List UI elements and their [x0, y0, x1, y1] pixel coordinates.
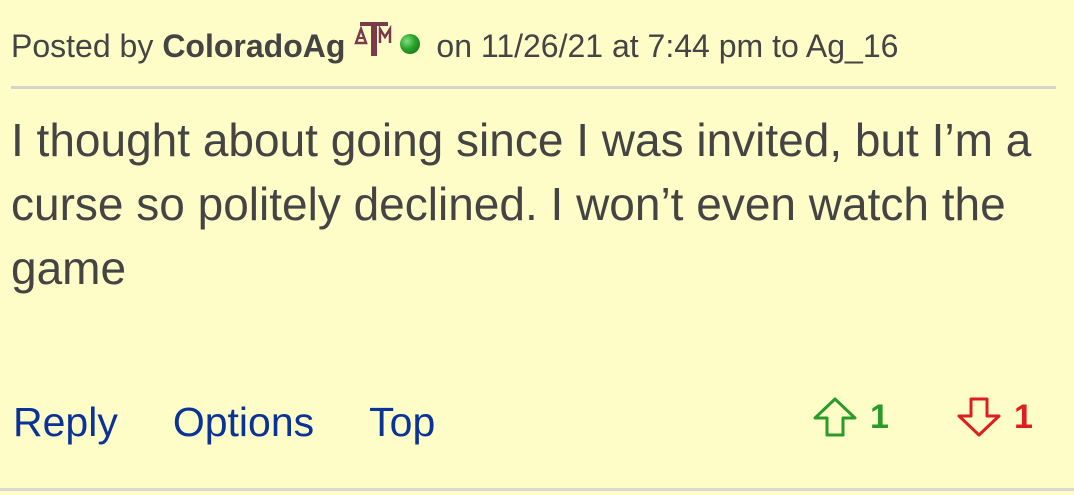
top-link[interactable]: Top — [369, 399, 435, 446]
texas-am-logo-icon — [354, 21, 394, 57]
downvote-count: 1 — [1014, 397, 1033, 436]
arrow-up-icon — [813, 397, 857, 437]
upvote-button[interactable]: 1 — [812, 392, 889, 442]
post-bottom-divider — [0, 488, 1074, 491]
upvote-count: 1 — [870, 397, 889, 436]
reply-link[interactable]: Reply — [13, 399, 118, 446]
arrow-down-icon — [957, 397, 1001, 437]
forum-post: Posted by ColoradoAg on 11/26/21 at 7:44… — [0, 0, 1074, 495]
downvote-button[interactable]: 1 — [956, 392, 1033, 442]
post-header: Posted by ColoradoAg on 11/26/21 at 7:44… — [11, 20, 898, 72]
header-divider — [11, 86, 1056, 89]
post-actions: Reply Options Top — [13, 392, 435, 452]
online-status-icon — [400, 34, 421, 54]
post-meta: on 11/26/21 at 7:44 pm to Ag_16 — [436, 27, 899, 64]
options-link[interactable]: Options — [173, 399, 314, 446]
post-body: I thought about going since I was invite… — [11, 114, 1032, 294]
username-link[interactable]: ColoradoAg — [162, 28, 345, 65]
posted-by-label: Posted by — [11, 27, 154, 64]
